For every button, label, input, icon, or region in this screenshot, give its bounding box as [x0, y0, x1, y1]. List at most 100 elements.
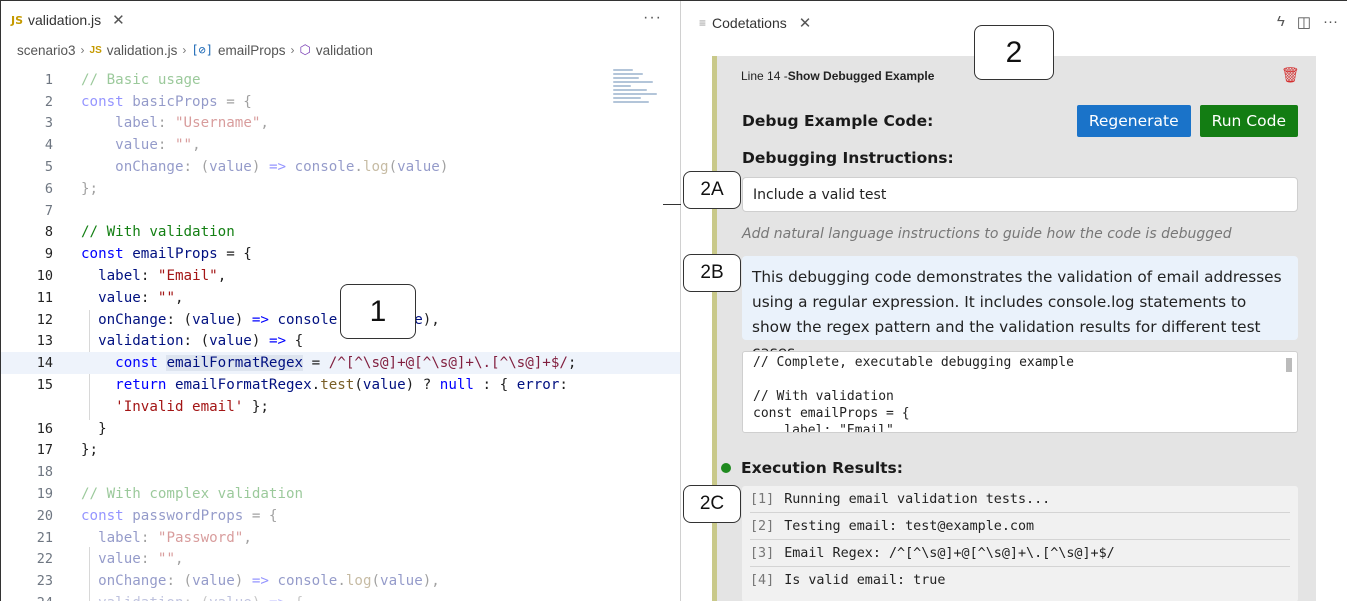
line-number: 18	[36, 464, 53, 481]
regenerate-button[interactable]: Regenerate	[1076, 105, 1191, 137]
run-code-button[interactable]: Run Code	[1199, 105, 1298, 137]
scrollbar[interactable]	[1286, 358, 1292, 372]
line-number: 3	[44, 115, 53, 132]
line-number: 15	[36, 377, 53, 394]
panel-actions: ϟ ◫ ···	[1277, 13, 1338, 31]
code-line: 15 return emailFormatRegex.test(value) ?…	[1, 374, 680, 396]
line-number: 17	[36, 442, 53, 459]
code-line: 20 const passwordProps = {	[1, 505, 680, 527]
connector-line	[663, 204, 681, 205]
breadcrumb: scenario3 › JS validation.js › [⊘] email…	[1, 39, 680, 61]
line-number: 20	[36, 507, 53, 524]
callout-label-2a: 2A	[683, 171, 741, 209]
instructions-input[interactable]: Include a valid test	[742, 177, 1298, 212]
line-number: 21	[36, 529, 53, 546]
line-number: 14	[36, 355, 53, 372]
line-number: 7	[44, 202, 53, 219]
lightning-icon[interactable]: ϟ	[1277, 13, 1285, 31]
line-prefix: Line 14 -	[741, 69, 788, 83]
chevron-right-icon: ›	[290, 43, 295, 57]
chevron-right-icon: ›	[80, 43, 85, 57]
debug-code: // Complete, executable debugging exampl…	[753, 355, 1074, 433]
instructions-title: Debugging Instructions:	[742, 149, 954, 167]
tab-label: Codetations	[712, 15, 787, 31]
line-number: 6	[44, 180, 53, 197]
breadcrumb-method[interactable]: validation	[316, 43, 373, 58]
line-number: 12	[36, 311, 53, 328]
callout-label-2b: 2B	[683, 254, 741, 292]
result-row: [3] Email Regex: /^[^\s@]+@[^\s@]+\.[^\s@…	[750, 540, 1290, 567]
close-icon[interactable]: ✕	[799, 14, 812, 32]
lines-icon: ≡	[699, 16, 707, 30]
line-number: 9	[44, 246, 53, 263]
line-number: 22	[36, 551, 53, 568]
instructions-hint: Add natural language instructions to gui…	[742, 226, 1232, 242]
minimap[interactable]	[613, 67, 661, 119]
annotation-card: Line 14 - Show Debugged Example 🗑 Debug …	[712, 56, 1316, 601]
callout-label-2: 2	[974, 25, 1054, 80]
method-cube-icon: ⬡	[299, 42, 311, 57]
line-number: 8	[44, 224, 53, 241]
line-number: 13	[36, 333, 53, 350]
description-box: This debugging code demonstrates the val…	[742, 256, 1298, 361]
line-number: 11	[36, 289, 53, 306]
execution-results: [1] Running email validation tests... [2]…	[742, 486, 1298, 601]
code-line: 1// Basic usage	[1, 69, 680, 91]
code-line: 23 onChange: (value) => console.log(valu…	[1, 570, 680, 592]
execution-title: Execution Results:	[741, 459, 903, 477]
status-dot-icon	[721, 463, 731, 473]
js-file-icon: JS	[89, 44, 102, 56]
variable-icon: [⊘]	[191, 43, 214, 57]
debug-header-row: Debug Example Code: Regenerate Run Code	[742, 105, 1298, 137]
line-number: 5	[44, 159, 53, 176]
code-line: 22 value: "",	[1, 549, 680, 571]
code-line: 17};	[1, 440, 680, 462]
line-number: 4	[44, 137, 53, 154]
breadcrumb-file[interactable]: validation.js	[107, 43, 178, 58]
code-line: 'Invalid email' };	[115, 398, 269, 415]
code-line: 5 onChange: (value) => console.log(value…	[1, 156, 680, 178]
codetations-panel: ≡ Codetations ✕ ϟ ◫ ··· Line 14 - Show D…	[681, 1, 1347, 601]
editor-pane: JS validation.js ✕ ··· scenario3 › JS va…	[1, 1, 680, 601]
code-line: 4 value: "",	[1, 134, 680, 156]
code-line: 7	[1, 200, 680, 222]
code-line: 24 validation: (value) => {	[1, 592, 680, 601]
code-line: 10 label: "Email",	[1, 265, 680, 287]
card-title: Show Debugged Example	[787, 69, 935, 83]
result-row: [1] Running email validation tests...	[750, 486, 1290, 513]
code-line: 21 label: "Password",	[1, 527, 680, 549]
line-number: 23	[36, 573, 53, 590]
breadcrumb-symbol[interactable]: emailProps	[218, 43, 286, 58]
debug-title: Debug Example Code:	[742, 112, 934, 130]
line-number: 16	[36, 420, 53, 437]
code-line: 3 label: "Username",	[1, 113, 680, 135]
code-line: 18	[1, 461, 680, 483]
debug-code-box[interactable]: // Complete, executable debugging exampl…	[742, 351, 1298, 433]
js-file-icon: JS	[11, 13, 24, 27]
code-line: 2 const basicProps = {	[1, 91, 680, 113]
execution-results-header: Execution Results:	[721, 459, 903, 477]
more-actions-icon[interactable]: ···	[1323, 13, 1338, 31]
line-number: 10	[36, 268, 53, 285]
split-editor-icon[interactable]: ◫	[1297, 13, 1311, 31]
result-row: [2] Testing email: test@example.com	[750, 513, 1290, 540]
code-line: 19// With complex validation	[1, 483, 680, 505]
editor-tabbar: JS validation.js ✕ ···	[1, 1, 680, 39]
code-line: 16 }	[1, 418, 680, 440]
line-number: 19	[36, 486, 53, 503]
more-actions-icon[interactable]: ···	[643, 9, 662, 27]
tab-validation-js[interactable]: JS validation.js ✕	[1, 1, 135, 39]
code-line: 6};	[1, 178, 680, 200]
breadcrumb-folder[interactable]: scenario3	[17, 43, 76, 58]
close-icon[interactable]: ✕	[112, 11, 125, 29]
result-row: [4] Is valid email: true	[750, 573, 946, 588]
chevron-right-icon: ›	[182, 43, 187, 57]
line-number: 2	[44, 93, 53, 110]
line-number: 1	[44, 71, 53, 88]
code-line: 9 const emailProps = {	[1, 243, 680, 265]
tab-label: validation.js	[28, 12, 102, 28]
trash-icon[interactable]: 🗑	[1281, 66, 1300, 84]
callout-label-1: 1	[340, 284, 416, 339]
code-line-highlighted: 14 const emailFormatRegex = /^[^\s@]+@[^…	[1, 352, 680, 375]
line-number: 24	[1, 595, 53, 601]
